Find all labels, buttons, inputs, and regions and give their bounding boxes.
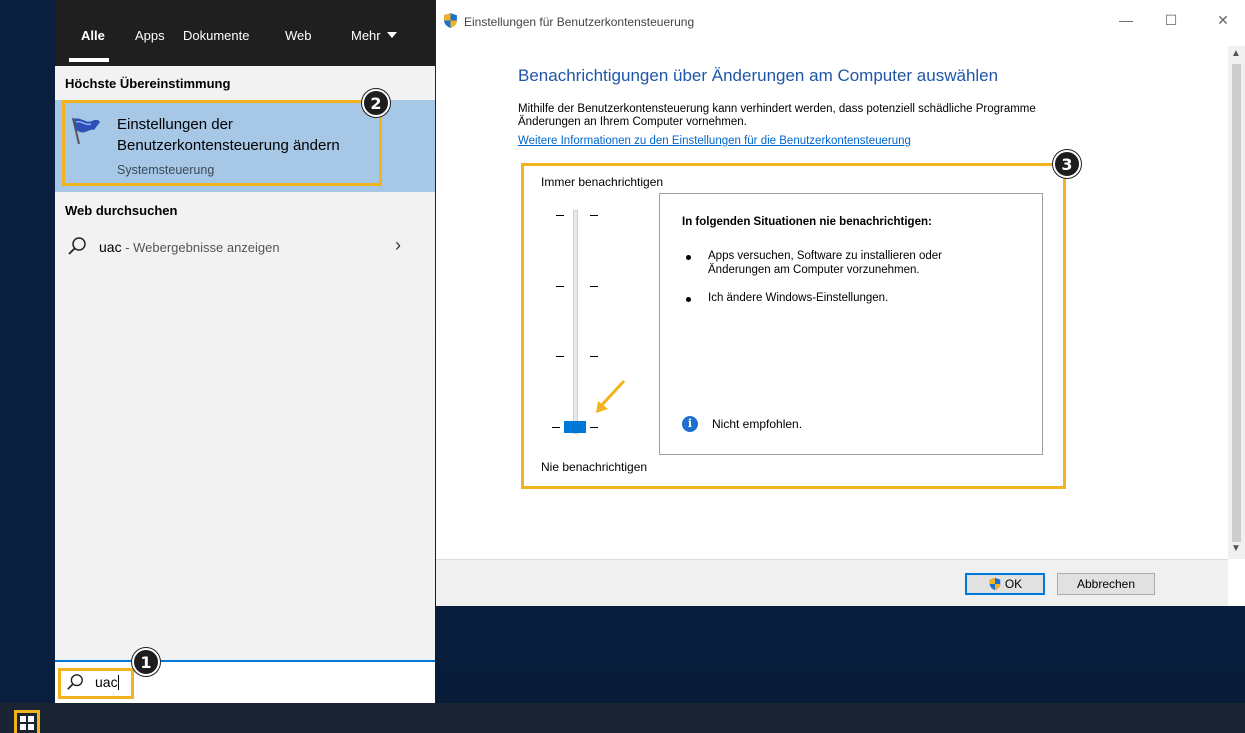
scrollbar-thumb[interactable] — [1232, 64, 1241, 542]
scroll-up-icon[interactable]: ▲ — [1231, 48, 1241, 59]
start-menu-tabs: Alle Apps Dokumente Web Mehr — [55, 0, 435, 66]
slider-tick-right — [590, 286, 598, 287]
uac-settings-window: Einstellungen für Benutzerkontensteuerun… — [436, 0, 1245, 606]
tab-alle[interactable]: Alle — [81, 28, 105, 43]
vertical-scrollbar[interactable]: ▲ ▼ — [1228, 46, 1245, 559]
ok-button-label: OK — [1004, 577, 1023, 591]
info-title: In folgenden Situationen nie benachricht… — [682, 216, 932, 228]
tab-mehr[interactable]: Mehr — [351, 28, 397, 43]
tab-apps[interactable]: Apps — [135, 28, 165, 43]
minimize-icon[interactable]: — — [1111, 12, 1141, 28]
start-button[interactable] — [14, 710, 40, 733]
bullet-dot — [686, 294, 705, 308]
web-search-result[interactable]: uac - Webergebnisse anzeigen › — [55, 233, 435, 261]
tab-web[interactable]: Web — [285, 28, 312, 43]
dialog-footer: OK Abbrechen — [436, 559, 1228, 606]
slider-tick-left — [556, 286, 564, 287]
slider-tick-left — [552, 427, 560, 428]
desktop-left-strip — [0, 0, 55, 703]
cancel-button-label: Abbrechen — [1076, 577, 1136, 591]
highlight-frame-1 — [58, 668, 134, 699]
taskbar — [0, 703, 1245, 733]
chevron-right-icon[interactable]: › — [395, 235, 401, 256]
info-bullet-2: Ich ändere Windows-Einstellungen. — [708, 292, 889, 304]
info-icon: i — [682, 416, 698, 432]
page-heading: Benachrichtigungen über Änderungen am Co… — [518, 66, 999, 85]
arrow-annotation-icon — [596, 379, 626, 413]
slider-tick-left — [556, 356, 564, 357]
slider-tick-right — [590, 215, 598, 216]
search-box[interactable]: uac — [55, 660, 435, 703]
web-search-suffix: - Webergebnisse anzeigen — [121, 240, 280, 255]
web-search-header: Web durchsuchen — [65, 203, 178, 218]
info-panel: In folgenden Situationen nie benachricht… — [659, 193, 1043, 455]
ok-button[interactable]: OK — [965, 573, 1045, 595]
slider-thumb[interactable] — [564, 421, 586, 433]
tab-mehr-label: Mehr — [351, 28, 381, 43]
web-search-text: uac - Webergebnisse anzeigen — [99, 239, 280, 255]
scroll-down-icon[interactable]: ▼ — [1231, 543, 1241, 554]
window-titlebar[interactable]: Einstellungen für Benutzerkontensteuerun… — [436, 0, 1245, 46]
shield-icon — [989, 577, 1001, 591]
info-bullet-1-line1: Apps versuchen, Software zu installieren… — [708, 250, 942, 262]
cancel-button[interactable]: Abbrechen — [1057, 573, 1155, 595]
step-badge-1: 1 — [132, 648, 160, 676]
slider-tick-left — [556, 215, 564, 216]
windows-logo-icon — [20, 716, 34, 730]
highlight-frame-2 — [62, 100, 382, 186]
active-tab-indicator — [69, 58, 109, 62]
tab-dokumente[interactable]: Dokumente — [183, 28, 249, 43]
slider-top-label: Immer benachrichtigen — [541, 175, 664, 189]
description-line2: Änderungen an Ihrem Computer vornehmen. — [518, 116, 747, 128]
info-bullet-1-line2: Änderungen am Computer vorzunehmen. — [708, 264, 920, 276]
web-search-query: uac — [99, 239, 122, 255]
caret-down-icon — [386, 32, 397, 38]
best-match-header: Höchste Übereinstimmung — [65, 76, 231, 91]
slider-bottom-label: Nie benachrichtigen — [541, 460, 648, 474]
bullet-dot — [686, 252, 705, 266]
slider-tick-right — [590, 427, 598, 428]
step-badge-3: 3 — [1053, 150, 1081, 178]
description-line1: Mithilfe der Benutzerkontensteuerung kan… — [518, 103, 1036, 115]
slider-tick-right — [590, 356, 598, 357]
more-info-link[interactable]: Weitere Informationen zu den Einstellung… — [518, 135, 911, 147]
search-icon — [68, 237, 86, 255]
not-recommended-note: Nicht empfohlen. — [712, 417, 803, 431]
description: Mithilfe der Benutzerkontensteuerung kan… — [518, 103, 1138, 129]
shield-icon — [444, 13, 457, 28]
info-bullet-1: Apps versuchen, Software zu installieren… — [708, 249, 1008, 277]
window-title: Einstellungen für Benutzerkontensteuerun… — [464, 15, 695, 29]
step-badge-2: 2 — [362, 89, 390, 117]
close-icon[interactable]: ✕ — [1208, 12, 1238, 29]
slider-track[interactable] — [573, 210, 578, 434]
maximize-icon[interactable]: ☐ — [1156, 12, 1186, 29]
